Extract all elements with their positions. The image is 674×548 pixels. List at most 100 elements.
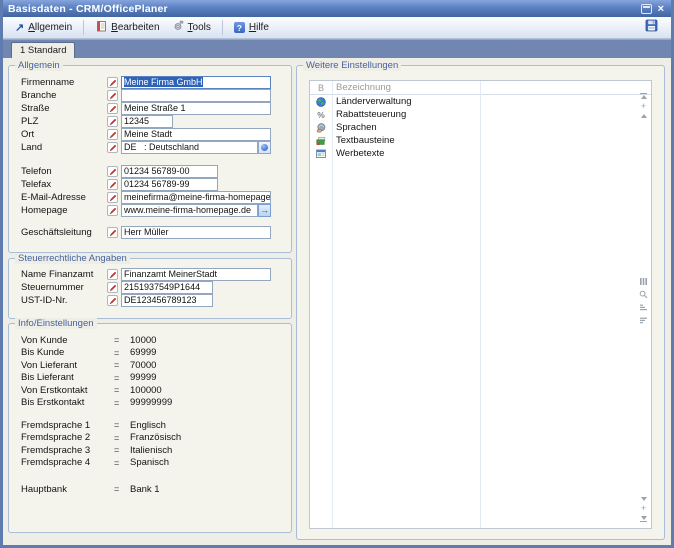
edit-pencil-icon[interactable] [107, 166, 118, 177]
strasse-input[interactable]: Meine Straße 1 [121, 102, 271, 115]
notebook-icon [95, 20, 107, 35]
edit-pencil-icon[interactable] [107, 269, 118, 280]
save-icon [645, 19, 658, 36]
edit-pencil-icon[interactable] [107, 77, 118, 88]
land-combo-input[interactable]: DE : Deutschland [121, 141, 258, 154]
field-label: Name Finanzamt [21, 269, 107, 280]
toolbar-separator [83, 20, 84, 35]
menu-item-tools[interactable]: Tools [167, 18, 216, 37]
info-label: Bis Lieferant [21, 372, 114, 383]
ort-input[interactable]: Meine Stadt [121, 128, 271, 141]
edit-pencil-icon[interactable] [107, 103, 118, 114]
group-title: Steuerrechtliche Angaben [15, 253, 130, 264]
info-value: Spanisch [130, 457, 169, 468]
page-up-icon[interactable]: + [639, 103, 648, 110]
move-down-icon[interactable] [639, 497, 648, 501]
table-header-b[interactable]: B [310, 83, 332, 93]
edit-pencil-icon[interactable] [107, 90, 118, 101]
edit-pencil-icon[interactable] [107, 227, 118, 238]
info-label: Fremdsprache 2 [21, 432, 114, 443]
scroll-top-icon[interactable] [639, 93, 648, 99]
info-row-fremdsprache-3: Fremdsprache 3=Italienisch [21, 444, 281, 457]
field-label: UST-ID-Nr. [21, 295, 107, 306]
info-row-hauptbank: Hauptbank=Bank 1 [21, 483, 281, 496]
tab-standard[interactable]: 1 Standard [11, 42, 75, 58]
info-row-von-kunde: Von Kunde=10000 [21, 334, 281, 347]
field-label: PLZ [21, 116, 107, 127]
group-weitere-einstellungen: Weitere Einstellungen B Bezeichnung Länd… [296, 65, 665, 540]
app-window: Basisdaten - CRM/OfficePlaner × ↗ Allgem… [0, 0, 674, 548]
equals-sign: = [114, 373, 130, 383]
telefon-input[interactable]: 01234 56789-00 [121, 165, 218, 178]
telefax-input[interactable]: 01234 56789-99 [121, 178, 218, 191]
info-value: 100000 [130, 385, 162, 396]
group-info: Info/Einstellungen Von Kunde=10000 Bis K… [8, 323, 292, 533]
branche-input[interactable] [121, 89, 271, 102]
help-icon: ? [234, 22, 245, 33]
field-branche: Branche [21, 89, 281, 102]
finanzamt-input[interactable]: Finanzamt MeinerStadt [121, 268, 271, 281]
email-input[interactable]: meinefirma@meine-firma-homepage.de [121, 191, 271, 204]
grid-line [332, 81, 333, 528]
equals-sign: = [114, 348, 130, 358]
menu-item-hilfe[interactable]: ? Hilfe [229, 20, 274, 35]
menu-label: Tools [188, 22, 211, 33]
info-label: Von Lieferant [21, 360, 114, 371]
menu-item-allgemein[interactable]: ↗ Allgemein [10, 20, 77, 35]
field-label: Branche [21, 90, 107, 101]
homepage-input[interactable]: www.meine-firma-homepage.de [121, 204, 258, 217]
info-label: Bis Erstkontakt [21, 397, 114, 408]
firmenname-input[interactable]: Meine Firma GmbH [121, 76, 271, 89]
tools-icon [172, 20, 184, 35]
steuernummer-input[interactable]: 2151937549P1644 [121, 281, 213, 294]
edit-pencil-icon[interactable] [107, 116, 118, 127]
field-plz: PLZ 12345 [21, 115, 281, 128]
menu-item-bearbeiten[interactable]: Bearbeiten [90, 18, 164, 37]
field-email: E-Mail-Adresse meinefirma@meine-firma-ho… [21, 191, 281, 204]
ustid-input[interactable]: DE123456789123 [121, 294, 213, 307]
table-header-bezeichnung[interactable]: Bezeichnung [332, 82, 391, 93]
edit-pencil-icon[interactable] [107, 205, 118, 216]
geschaeftsleitung-input[interactable]: Herr Müller [121, 226, 271, 239]
scroll-controls-bottom: + [639, 497, 648, 522]
toolbar: ↗ Allgemein Bearbeiten Tools ? Hilfe [3, 17, 671, 39]
field-label: Firmenname [21, 77, 107, 88]
page-down-icon[interactable]: + [639, 505, 648, 512]
sort-descending-icon[interactable] [639, 316, 648, 325]
info-label: Hauptbank [21, 484, 114, 495]
field-telefax: Telefax 01234 56789-99 [21, 178, 281, 191]
group-steuer: Steuerrechtliche Angaben Name Finanzamt … [8, 258, 292, 319]
equals-sign: = [114, 484, 130, 494]
text-blocks-icon [310, 136, 332, 146]
field-geschaeftsleitung: Geschäftsleitung Herr Müller [21, 226, 281, 239]
search-icon[interactable] [639, 290, 648, 299]
field-telefon: Telefon 01234 56789-00 [21, 165, 281, 178]
settings-table: B Bezeichnung Länderverwaltung % Rabatts… [309, 80, 652, 529]
table-row-label: Rabattsteuerung [332, 109, 406, 120]
edit-pencil-icon[interactable] [107, 192, 118, 203]
edit-pencil-icon[interactable] [107, 129, 118, 140]
scroll-controls-top: + [639, 93, 648, 118]
edit-pencil-icon[interactable] [107, 282, 118, 293]
scroll-bottom-icon[interactable] [639, 516, 648, 522]
customize-columns-icon[interactable] [639, 277, 648, 286]
languages-globe-icon [310, 123, 332, 133]
land-dropdown-button[interactable] [258, 141, 271, 154]
save-button[interactable] [645, 19, 664, 37]
field-label: Steuernummer [21, 282, 107, 293]
plz-input[interactable]: 12345 [121, 115, 173, 128]
edit-pencil-icon[interactable] [107, 179, 118, 190]
field-label: Telefax [21, 179, 107, 190]
edit-pencil-icon[interactable] [107, 295, 118, 306]
close-icon[interactable]: × [656, 4, 666, 14]
ad-window-icon [310, 149, 332, 159]
move-up-icon[interactable] [639, 114, 648, 118]
field-label: Homepage [21, 205, 107, 216]
info-row-fremdsprache-1: Fremdsprache 1=Englisch [21, 419, 281, 432]
info-row-bis-kunde: Bis Kunde=69999 [21, 347, 281, 360]
edit-pencil-icon[interactable] [107, 142, 118, 153]
maximize-icon[interactable] [641, 4, 652, 14]
open-link-button[interactable]: → [258, 204, 271, 217]
info-label: Von Kunde [21, 335, 114, 346]
sort-ascending-icon[interactable] [639, 303, 648, 312]
